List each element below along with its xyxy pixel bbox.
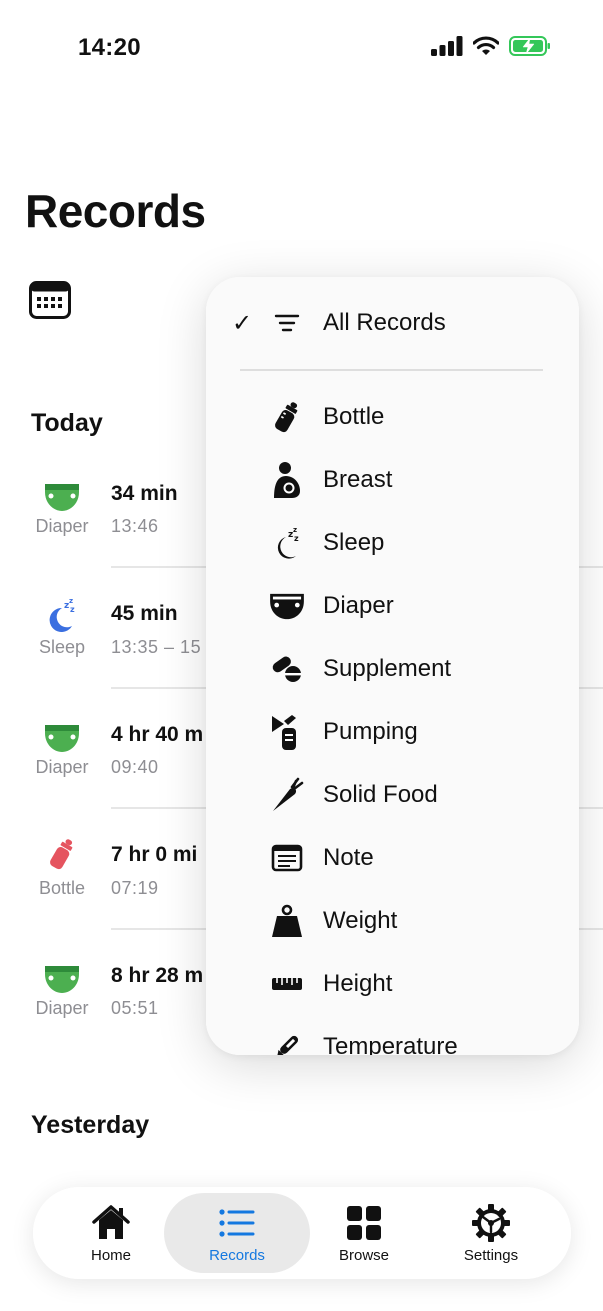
record-time: 09:40 [111,757,159,777]
diaper-icon [45,966,79,993]
bottle-icon [50,839,73,870]
menu-item-label: Height [323,970,393,997]
record-type: Diaper [35,757,89,777]
record-duration: 34 min [111,482,178,505]
ruler-icon [266,963,308,1005]
diaper-icon [266,585,308,627]
menu-item-all-records[interactable]: ✓ All Records [206,294,579,352]
section-yesterday: Yesterday [31,1111,150,1139]
section-today: Today [31,409,103,437]
svg-text:z: z [69,598,73,605]
calendar-button[interactable] [29,281,71,319]
menu-item-solid-food[interactable]: Solid Food [206,766,579,824]
sleep-icon: zzz [266,522,308,564]
tab-browse[interactable]: Browse [291,1193,437,1273]
svg-text:z: z [70,605,75,614]
page-title: Records [25,185,206,237]
record-type: Sleep [38,637,86,657]
record-duration: 4 hr 40 m [111,723,204,746]
tab-records[interactable]: Records [164,1193,310,1273]
menu-item-label: Supplement [323,655,452,682]
menu-item-label: Solid Food [323,781,438,808]
gear-icon [472,1204,510,1242]
grid-icon [347,1206,381,1240]
record-duration: 8 hr 28 m [111,964,204,987]
tab-label: Browse [338,1247,390,1264]
filter-lines-icon [266,302,308,344]
sleep-icon: z z z [49,598,75,632]
list-icon [219,1209,255,1237]
menu-divider [240,369,543,371]
tab-label: Records [209,1247,265,1264]
weight-icon [266,900,308,942]
status-icons [431,36,551,56]
calendar-icon [29,281,71,319]
menu-item-label: Weight [323,907,398,934]
bottle-icon [266,396,308,438]
menu-item-note[interactable]: Note [206,829,579,887]
tab-bar: Home Records Browse Settings [33,1187,571,1279]
record-type: Diaper [35,998,89,1018]
menu-item-bottle[interactable]: Bottle [206,388,579,446]
tab-home[interactable]: Home [38,1193,184,1273]
menu-item-label: Note [323,844,374,871]
tab-settings[interactable]: Settings [418,1193,564,1273]
breast-pump-icon [266,711,308,753]
note-icon [266,837,308,879]
status-time: 14:20 [78,34,141,61]
breastfeeding-icon [266,459,308,501]
menu-item-label: All Records [323,309,446,336]
menu-item-sleep[interactable]: zzz Sleep [206,514,579,572]
menu-item-temperature[interactable]: Temperature [206,1018,579,1055]
menu-item-label: Diaper [323,592,394,619]
diaper-icon [45,725,79,752]
tab-label: Home [90,1247,131,1264]
record-time: 13:46 [111,516,159,536]
record-type: Diaper [35,516,89,536]
diaper-icon [45,484,79,511]
menu-item-label: Sleep [323,529,385,556]
carrot-icon [266,774,308,816]
menu-item-supplement[interactable]: Supplement [206,640,579,698]
menu-item-pumping[interactable]: Pumping [206,703,579,761]
menu-item-weight[interactable]: Weight [206,892,579,950]
menu-item-label: Pumping [323,718,418,745]
svg-text:z: z [293,526,297,534]
record-time: 07:19 [111,878,159,898]
checkmark-icon: ✓ [232,309,253,337]
home-icon [92,1205,130,1239]
wifi-icon [473,36,499,55]
battery-charging-icon [509,36,550,56]
menu-item-label: Bottle [323,403,385,430]
cellular-signal-icon [431,36,463,56]
menu-item-diaper[interactable]: Diaper [206,577,579,635]
menu-item-height[interactable]: Height [206,955,579,1013]
record-duration: 45 min [111,602,178,625]
record-duration: 7 hr 0 mi [111,843,198,866]
menu-item-label: Breast [323,466,393,493]
record-time: 13:35 – 15 [111,637,202,657]
menu-item-label: Temperature [323,1033,458,1055]
record-time: 05:51 [111,998,159,1018]
pills-icon [266,648,308,690]
record-filter-menu: ✓ All Records Bottle Breast zzz Sleep Di… [206,277,579,1055]
thermometer-icon [266,1026,308,1055]
svg-text:z: z [294,534,299,543]
menu-item-breast[interactable]: Breast [206,451,579,509]
tab-label: Settings [463,1247,519,1264]
record-type: Bottle [38,878,86,898]
